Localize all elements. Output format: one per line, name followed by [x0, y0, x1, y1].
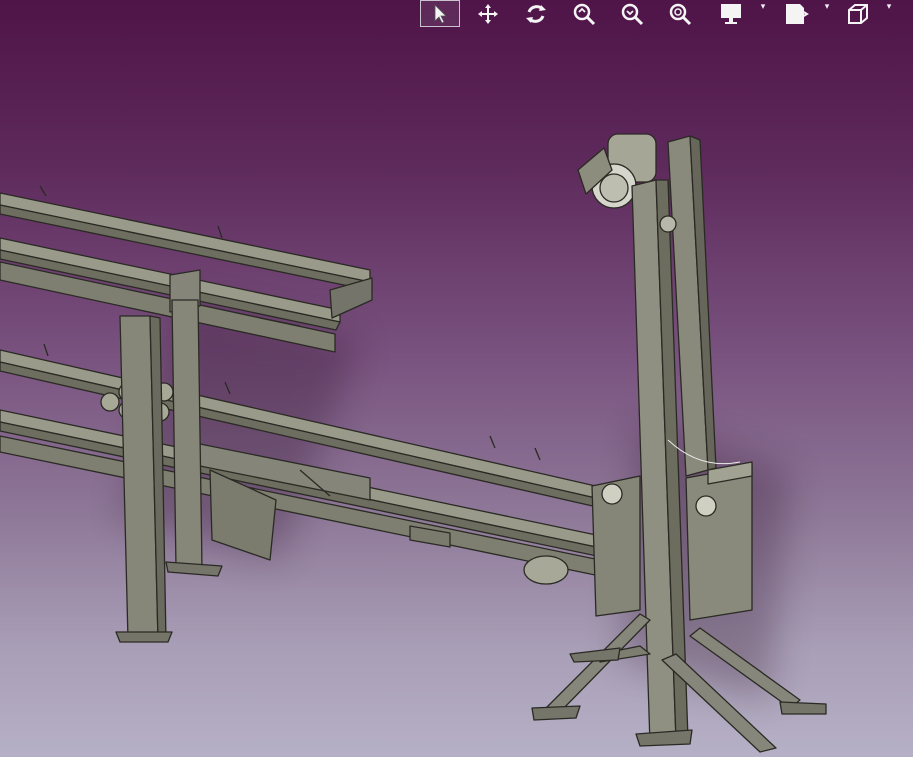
display-mode-dropdown[interactable]: ▾ [758, 2, 768, 12]
3d-viewport[interactable]: ▾ ▾ ▾ [0, 0, 913, 757]
fit-all-icon [668, 2, 692, 26]
pan-icon [476, 2, 500, 26]
fit-all-button[interactable] [660, 0, 700, 27]
view-toolbar: ▾ ▾ ▾ [420, 0, 913, 28]
render-style-icon [783, 2, 809, 26]
display-mode-icon [719, 2, 745, 26]
render-style-dropdown[interactable]: ▾ [822, 2, 832, 12]
display-mode-button[interactable] [712, 0, 752, 27]
select-arrow-icon [430, 3, 450, 25]
rotate-button[interactable] [516, 0, 556, 27]
pan-button[interactable] [468, 0, 508, 27]
view-cube-dropdown[interactable]: ▾ [884, 2, 894, 12]
zoom-out-icon [620, 2, 644, 26]
zoom-in-icon [572, 2, 596, 26]
chevron-down-icon: ▾ [824, 2, 830, 12]
view-cube-icon [845, 2, 871, 26]
render-style-button[interactable] [776, 0, 816, 27]
select-button[interactable] [420, 0, 460, 27]
zoom-out-button[interactable] [612, 0, 652, 27]
rotate-icon [523, 2, 549, 26]
view-cube-button[interactable] [838, 0, 878, 27]
chevron-down-icon: ▾ [760, 2, 766, 12]
conveyor-3d-model[interactable] [0, 0, 913, 757]
zoom-in-button[interactable] [564, 0, 604, 27]
chevron-down-icon: ▾ [886, 2, 892, 12]
